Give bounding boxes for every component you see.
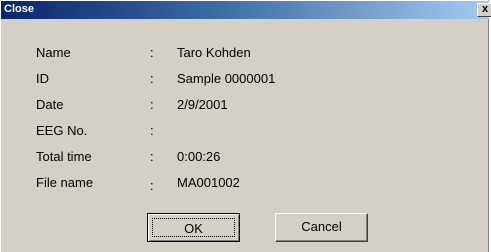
field-label: ID	[36, 71, 49, 86]
field-value-id: Sample 0000001	[177, 71, 276, 86]
cancel-button[interactable]: Cancel	[275, 213, 368, 242]
close-dialog: Close x Name : Taro Kohden ID : Sample 0…	[0, 0, 491, 252]
ok-button[interactable]: OK	[147, 213, 240, 242]
field-label: Name	[36, 45, 71, 60]
focus-rectangle: OK	[152, 218, 235, 237]
field-label: Total time	[36, 149, 92, 164]
field-value-date: 2/9/2001	[177, 97, 228, 112]
field-label: Date	[36, 97, 64, 112]
field-separator: :	[150, 178, 154, 193]
field-separator: :	[150, 149, 154, 164]
field-separator: :	[150, 45, 154, 60]
field-separator: :	[150, 123, 154, 138]
field-value-name: Taro Kohden	[177, 45, 251, 60]
field-label: EEG No.	[36, 123, 88, 138]
field-separator: :	[150, 71, 154, 86]
ok-button-label: OK	[184, 221, 203, 236]
close-icon[interactable]: x	[477, 3, 491, 17]
field-separator: :	[150, 97, 154, 112]
cancel-button-label: Cancel	[301, 219, 342, 234]
field-value-total-time: 0:00:26	[177, 149, 221, 164]
field-value-file-name: MA001002	[177, 175, 240, 190]
field-label: File name	[36, 175, 94, 190]
dialog-title: Close	[4, 3, 34, 15]
title-bar: Close x	[1, 1, 491, 19]
